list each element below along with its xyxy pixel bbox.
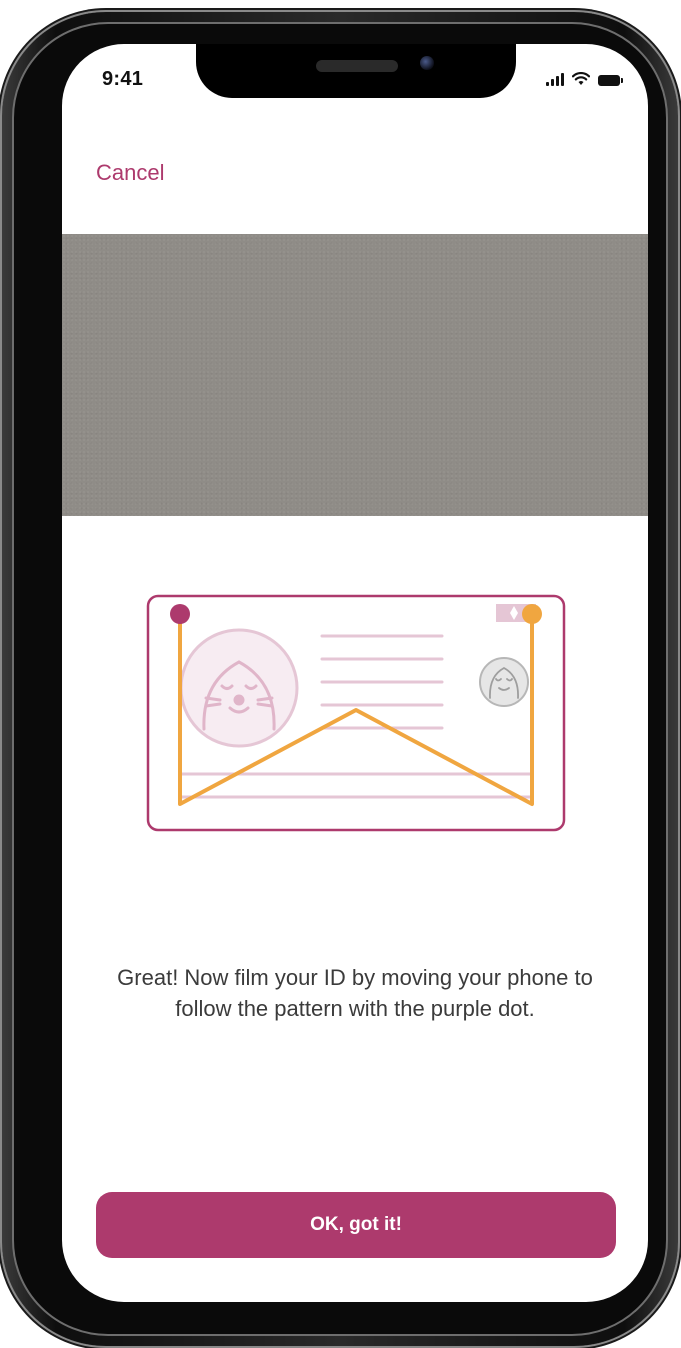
screenshot-stage: 9:41 Cancel Great! Now film your ID by m…: [0, 0, 681, 1348]
portrait-circle: [179, 628, 299, 748]
cancel-button[interactable]: Cancel: [96, 160, 164, 186]
id-card-illustration: [146, 594, 566, 832]
battery-icon: [598, 75, 623, 86]
hologram-face-icon: [479, 657, 529, 707]
phone-screen: 9:41 Cancel Great! Now film your ID by m…: [62, 44, 648, 1302]
camera-preview: [62, 234, 648, 516]
signal-icon: [546, 72, 564, 86]
ok-got-it-button[interactable]: OK, got it!: [96, 1192, 616, 1258]
speaker-grille: [316, 60, 398, 72]
notch: [196, 44, 516, 98]
front-camera: [420, 56, 434, 70]
end-dot: [522, 604, 542, 624]
status-icons: [546, 72, 623, 86]
instruction-text: Great! Now film your ID by moving your p…: [117, 965, 593, 1021]
wifi-icon: [572, 72, 590, 85]
start-dot: [170, 604, 190, 624]
status-time: 9:41: [102, 68, 144, 90]
